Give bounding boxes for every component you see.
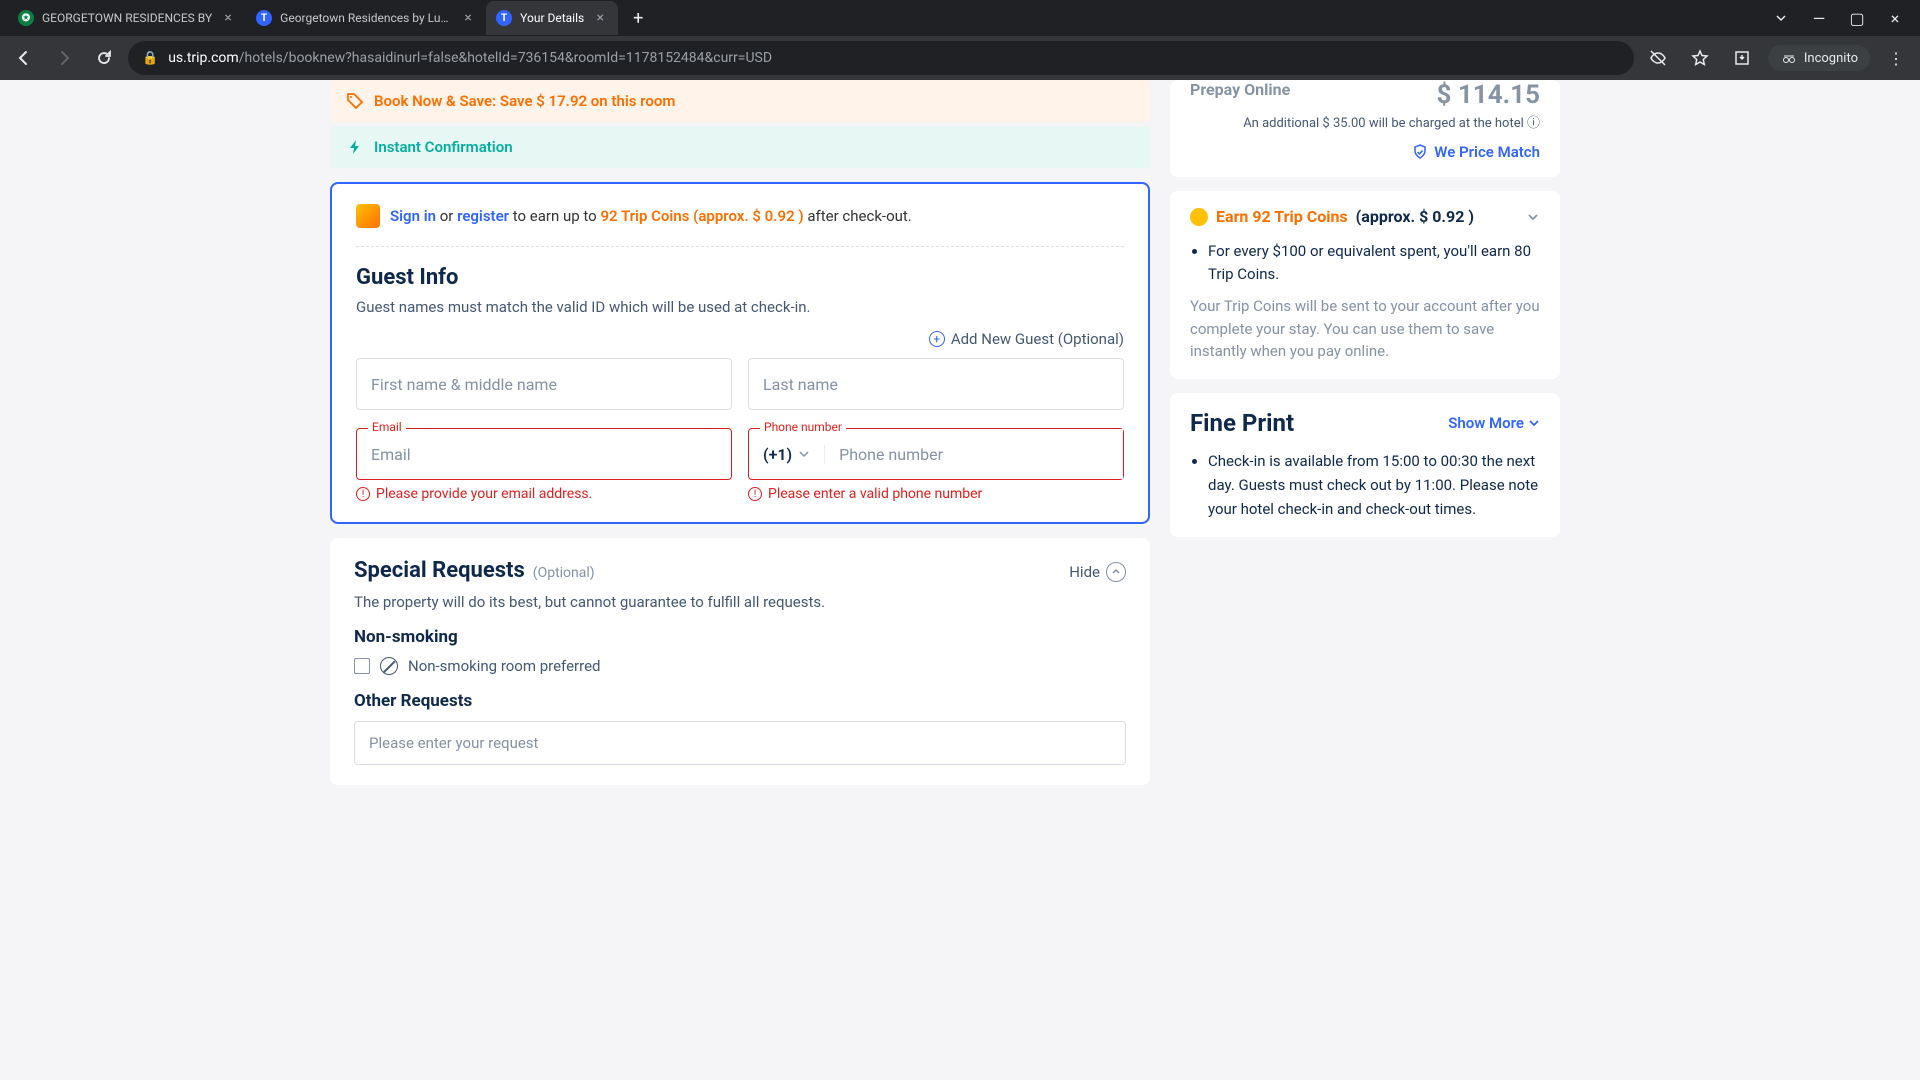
instant-banner-text: Instant Confirmation	[374, 138, 513, 156]
checkbox[interactable]	[354, 658, 370, 674]
phone-label: Phone number	[760, 420, 846, 434]
forward-button[interactable]	[48, 42, 80, 74]
price-match-link[interactable]: We Price Match	[1190, 143, 1540, 161]
save-banner-text: Book Now & Save: Save $ 17.92 on this ro…	[374, 92, 675, 110]
phone-error: ! Please enter a valid phone number	[748, 486, 1124, 502]
trip-favicon-icon: T	[256, 10, 272, 26]
sidebar: Prepay Online $ 114.15 An additional $ 3…	[1170, 80, 1560, 785]
trip-coins-card: Earn 92 Trip Coins (approx. $ 0.92 ) For…	[1170, 191, 1560, 379]
tab-2[interactable]: T Georgetown Residences by Luxu ×	[246, 1, 486, 35]
new-tab-button[interactable]: +	[624, 4, 652, 32]
close-window-button[interactable]: ×	[1878, 4, 1912, 32]
close-icon[interactable]: ×	[220, 10, 236, 26]
coin-icon	[1190, 208, 1208, 226]
fine-print-card: Fine Print Show More Check-in is availab…	[1170, 393, 1560, 537]
coins-approx: (approx. $ 0.92 )	[1356, 207, 1474, 226]
plus-circle-icon: +	[929, 331, 945, 347]
nonsmoking-heading: Non-smoking	[354, 627, 1126, 647]
instant-banner: Instant Confirmation	[330, 126, 1150, 168]
page-content: Book Now & Save: Save $ 17.92 on this ro…	[0, 80, 1920, 825]
nonsmoking-option[interactable]: Non-smoking room preferred	[354, 657, 1126, 675]
add-guest-button[interactable]: + Add New Guest (Optional)	[356, 330, 1124, 348]
coins-note: Your Trip Coins will be sent to your acc…	[1190, 295, 1540, 363]
email-input[interactable]	[356, 428, 732, 480]
add-guest-label: Add New Guest (Optional)	[951, 330, 1124, 348]
coins-amount: 92 Trip Coins (approx. $ 0.92 )	[600, 207, 803, 225]
incognito-icon	[1780, 49, 1798, 67]
gift-icon	[356, 204, 380, 228]
save-banner: Book Now & Save: Save $ 17.92 on this ro…	[330, 80, 1150, 122]
coins-header[interactable]: Earn 92 Trip Coins (approx. $ 0.92 )	[1190, 207, 1540, 226]
hide-toggle[interactable]: Hide	[1069, 562, 1126, 582]
browser-chrome: ✪ GEORGETOWN RESIDENCES BY × T Georgetow…	[0, 0, 1920, 80]
chevron-up-circle-icon	[1106, 562, 1126, 582]
main-column: Book Now & Save: Save $ 17.92 on this ro…	[330, 80, 1150, 785]
fine-print-bullet: Check-in is available from 15:00 to 00:3…	[1208, 449, 1540, 521]
guest-info-title: Guest Info	[356, 265, 1124, 290]
minimize-button[interactable]: —	[1802, 4, 1836, 32]
incognito-label: Incognito	[1804, 51, 1858, 66]
reload-button[interactable]	[88, 42, 120, 74]
guest-info-sub: Guest names must match the valid ID whic…	[356, 298, 1124, 316]
fine-print-title: Fine Print	[1190, 409, 1294, 437]
special-requests-title: Special Requests	[354, 558, 525, 583]
menu-icon[interactable]: ⋮	[1880, 42, 1912, 74]
coins-bullet: For every $100 or equivalent spent, you'…	[1208, 240, 1540, 285]
phone-input[interactable]	[825, 429, 1123, 479]
toolbar-right: Incognito ⋮	[1642, 42, 1912, 74]
chevron-down-icon[interactable]	[1526, 210, 1540, 224]
other-requests-heading: Other Requests	[354, 691, 1126, 711]
lock-icon: 🔒	[142, 51, 158, 66]
tab-title: Georgetown Residences by Luxu	[280, 11, 452, 25]
signin-prompt: Sign in or register to earn up to 92 Tri…	[356, 204, 1124, 247]
tab-title: GEORGETOWN RESIDENCES BY	[42, 11, 212, 25]
other-requests-input[interactable]: Please enter your request	[354, 721, 1126, 765]
prepay-card: Prepay Online $ 114.15 An additional $ 3…	[1170, 80, 1560, 177]
url-text: us.trip.com/hotels/booknew?hasaidinurl=f…	[168, 50, 772, 66]
tab-title: Your Details	[520, 11, 584, 25]
prepay-note: An additional $ 35.00 will be charged at…	[1190, 112, 1540, 131]
prepay-label: Prepay Online	[1190, 80, 1290, 99]
star-icon[interactable]	[1684, 42, 1716, 74]
show-more-link[interactable]: Show More	[1448, 414, 1540, 432]
email-error: ! Please provide your email address.	[356, 486, 732, 502]
no-smoking-icon	[380, 657, 398, 675]
address-bar[interactable]: 🔒 us.trip.com/hotels/booknew?hasaidinurl…	[128, 41, 1634, 75]
close-icon[interactable]: ×	[592, 10, 608, 26]
coins-title: Earn 92 Trip Coins	[1216, 207, 1348, 226]
tripadvisor-favicon-icon: ✪	[18, 10, 34, 26]
email-label: Email	[368, 420, 406, 434]
special-requests-card: Special Requests (Optional) Hide The pro…	[330, 538, 1150, 785]
tab-strip: ✪ GEORGETOWN RESIDENCES BY × T Georgetow…	[0, 0, 1920, 36]
close-icon[interactable]: ×	[460, 10, 476, 26]
prepay-price: $ 114.15	[1436, 80, 1540, 110]
trip-favicon-icon: T	[496, 10, 512, 26]
browser-toolbar: 🔒 us.trip.com/hotels/booknew?hasaidinurl…	[0, 36, 1920, 80]
tab-1[interactable]: ✪ GEORGETOWN RESIDENCES BY ×	[8, 1, 246, 35]
register-link[interactable]: register	[457, 207, 509, 225]
chevron-down-icon	[1528, 417, 1540, 429]
install-icon[interactable]	[1726, 42, 1758, 74]
optional-label: (Optional)	[533, 565, 595, 581]
lightning-icon	[346, 138, 364, 156]
special-requests-sub: The property will do its best, but canno…	[354, 593, 1126, 611]
maximize-button[interactable]: ▢	[1840, 4, 1874, 32]
guest-info-card: Sign in or register to earn up to 92 Tri…	[330, 182, 1150, 524]
error-icon: !	[748, 487, 762, 501]
shield-check-icon	[1412, 144, 1428, 160]
back-button[interactable]	[8, 42, 40, 74]
tag-icon	[346, 92, 364, 110]
window-controls: — ▢ ×	[1764, 4, 1912, 32]
tab-3[interactable]: T Your Details ×	[486, 1, 618, 35]
phone-field: (+1)	[748, 428, 1124, 480]
last-name-input[interactable]	[748, 358, 1124, 410]
signin-link[interactable]: Sign in	[390, 207, 436, 225]
eye-off-icon[interactable]	[1642, 42, 1674, 74]
country-code-dropdown[interactable]: (+1)	[749, 445, 825, 464]
tab-search-icon[interactable]	[1764, 4, 1798, 32]
chevron-down-icon	[798, 448, 810, 460]
error-icon: !	[356, 487, 370, 501]
first-name-input[interactable]	[356, 358, 732, 410]
incognito-badge[interactable]: Incognito	[1768, 45, 1870, 71]
